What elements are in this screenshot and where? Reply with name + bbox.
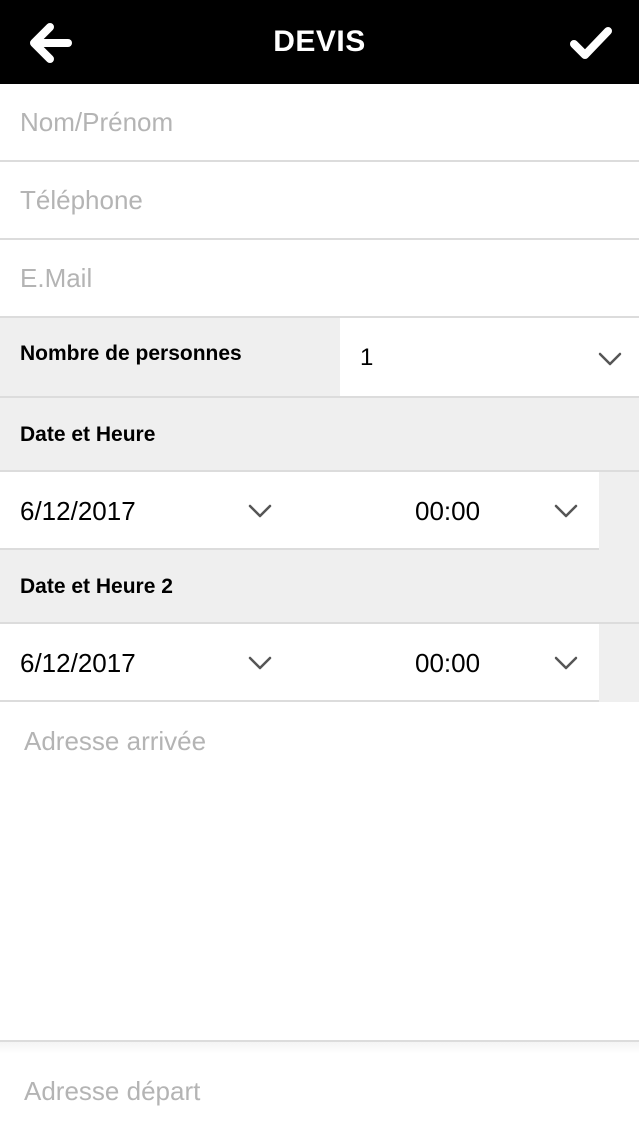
datetime2-date-value: 6/12/2017: [20, 648, 136, 678]
row-gutter: [599, 624, 639, 702]
datetime2-time-value: 00:00: [415, 648, 481, 678]
chevron-down-icon: [554, 656, 578, 670]
chevron-down-icon: [248, 656, 272, 670]
datetime1-row: 6/12/2017 00:00: [0, 472, 639, 550]
top-bar: DEVIS: [0, 0, 639, 84]
phone-input[interactable]: [0, 162, 639, 238]
row-gutter: [599, 472, 639, 550]
persons-value: 1: [360, 344, 374, 371]
persons-row: Nombre de personnes 1: [0, 318, 639, 398]
confirm-button[interactable]: [563, 18, 619, 68]
persons-select[interactable]: 1: [340, 318, 639, 396]
email-field-row: [0, 240, 639, 318]
datetime2-date-select[interactable]: 6/12/2017: [0, 624, 290, 700]
section-divider: [0, 1040, 639, 1054]
datetime1-time-value: 00:00: [415, 496, 481, 526]
page-title: DEVIS: [273, 25, 366, 58]
arrival-address-input[interactable]: [0, 702, 639, 1040]
name-input[interactable]: [0, 84, 639, 160]
datetime2-row: 6/12/2017 00:00: [0, 624, 639, 702]
datetime1-date-value: 6/12/2017: [20, 496, 136, 526]
datetime2-time-select[interactable]: 00:00: [300, 624, 599, 700]
chevron-down-icon: [554, 504, 578, 518]
phone-field-row: [0, 162, 639, 240]
email-input[interactable]: [0, 240, 639, 316]
checkmark-icon: [570, 27, 612, 59]
departure-address-input[interactable]: [0, 1054, 639, 1136]
datetime1-section-label: Date et Heure: [0, 398, 639, 472]
chevron-down-icon: [248, 504, 272, 518]
persons-label: Nombre de personnes: [0, 318, 340, 396]
datetime1-date-select[interactable]: 6/12/2017: [0, 472, 290, 548]
name-field-row: [0, 84, 639, 162]
arrival-address-area: [0, 702, 639, 1040]
datetime2-section-label: Date et Heure 2: [0, 550, 639, 624]
departure-address-area: [0, 1054, 639, 1136]
chevron-down-icon: [598, 352, 622, 366]
datetime1-time-select[interactable]: 00:00: [300, 472, 599, 548]
